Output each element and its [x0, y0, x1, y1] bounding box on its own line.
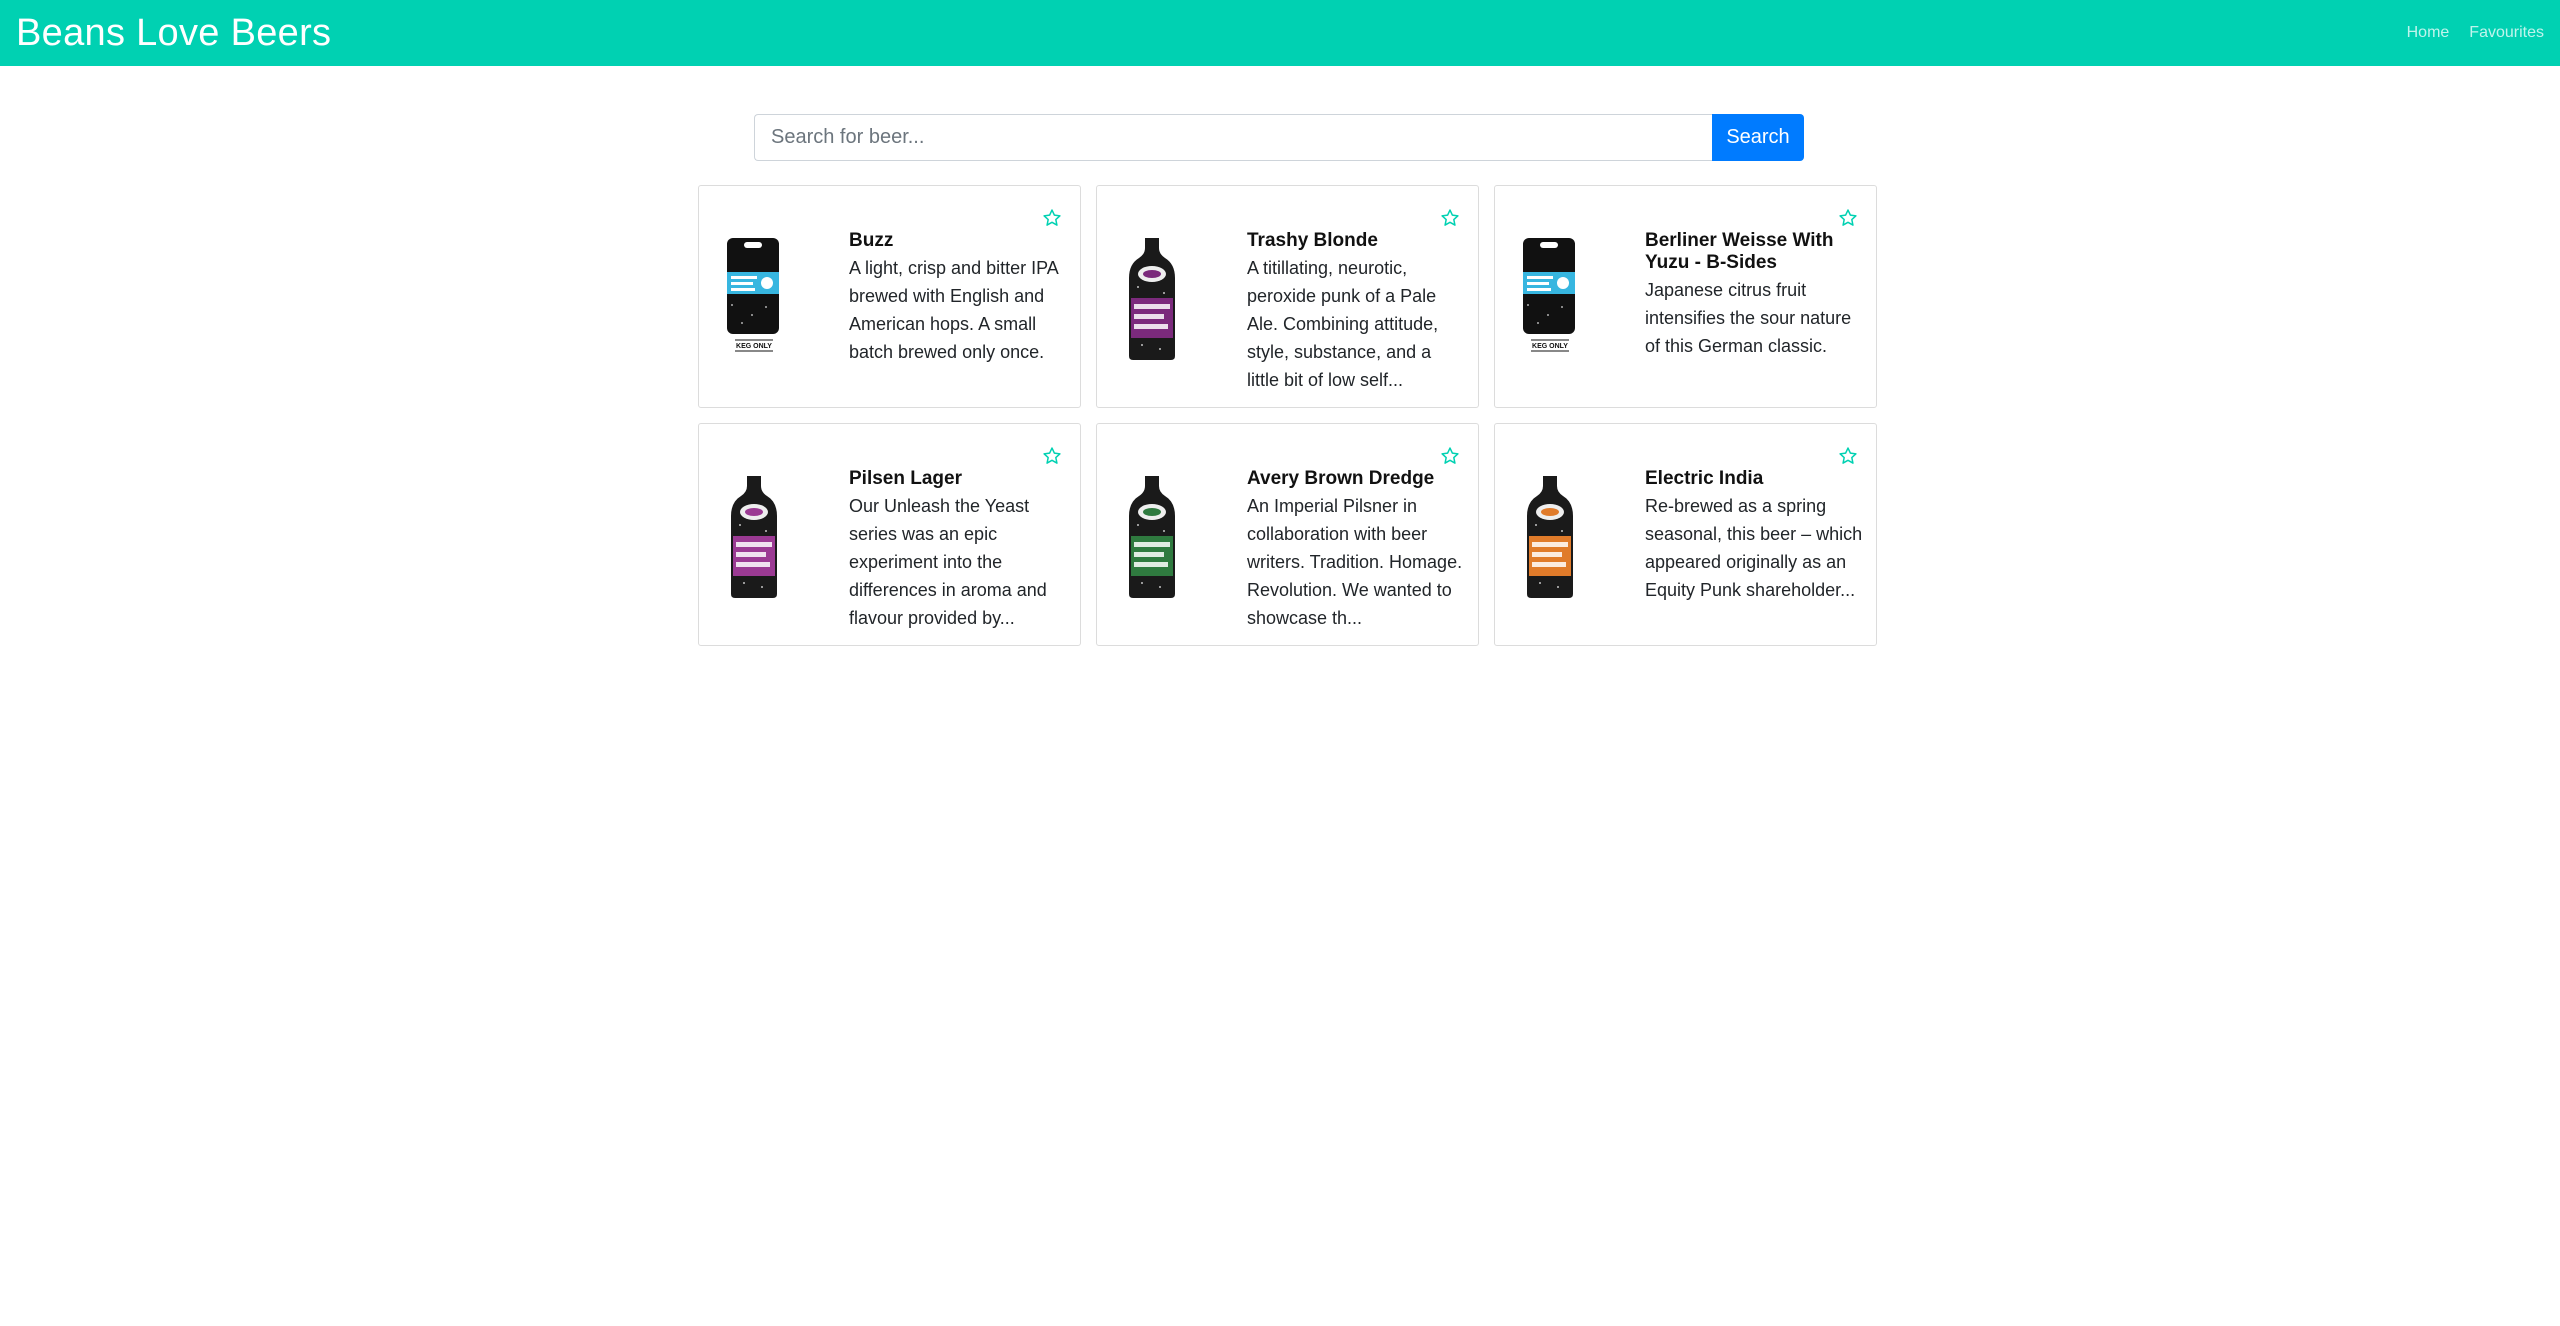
search-button[interactable]: Search: [1712, 114, 1804, 161]
beer-name: Berliner Weisse With Yuzu - B-Sides: [1645, 230, 1834, 273]
beer-text: Buzz A light, crisp and bitter IPA brewed…: [849, 230, 1069, 366]
keg-only-caption: KEG ONLY: [736, 343, 772, 350]
beer-description: A titillating, neurotic, peroxide punk o…: [1247, 258, 1439, 390]
beer-grid: KEG ONLY Buzz A light, crisp and bitter IP…: [698, 185, 1878, 646]
beer-bottle-image: KEG ONLY: [727, 238, 779, 352]
beer-description: Re-brewed as a spring seasonal, this bee…: [1645, 496, 1863, 600]
beer-text: Berliner Weisse With Yuzu - B-Sides Japan…: [1645, 230, 1865, 360]
search-input[interactable]: [754, 114, 1712, 161]
keg-only-caption: KEG ONLY: [1532, 343, 1568, 350]
beer-name: Avery Brown Dredge: [1247, 468, 1435, 489]
search-bar: Search: [754, 114, 1804, 161]
beer-bottle-image: [731, 476, 777, 598]
beer-text: Electric India Re-brewed as a spring seas…: [1645, 468, 1865, 604]
beer-bottle-image: KEG ONLY: [1523, 238, 1575, 352]
nav-link-home[interactable]: Home: [2407, 24, 2450, 42]
beer-card[interactable]: KEG ONLY Berliner Weisse With Yuzu - B-Si…: [1494, 185, 1877, 408]
beer-name: Trashy Blonde: [1247, 230, 1378, 251]
beer-text: Pilsen Lager Our Unleash the Yeast series…: [849, 468, 1069, 632]
beer-name: Pilsen Lager: [849, 468, 962, 489]
navbar: Beans Love Beers Home Favourites: [0, 0, 2560, 66]
beer-name: Electric India: [1645, 468, 1764, 489]
beer-description: Japanese citrus fruit intensifies the so…: [1645, 280, 1852, 356]
favourite-star-icon[interactable]: [1440, 208, 1460, 228]
beer-text: Trashy Blonde A titillating, neurotic, pe…: [1247, 230, 1467, 394]
favourite-star-icon[interactable]: [1838, 446, 1858, 466]
beer-bottle-image: [1129, 238, 1175, 360]
favourite-star-icon[interactable]: [1440, 446, 1460, 466]
beer-description: An Imperial Pilsner in collaboration wit…: [1247, 496, 1463, 628]
beer-description: Our Unleash the Yeast series was an epic…: [849, 496, 1047, 628]
brand-logo[interactable]: Beans Love Beers: [16, 12, 331, 55]
beer-card[interactable]: KEG ONLY Buzz A light, crisp and bitter IP…: [698, 185, 1081, 408]
beer-description: A light, crisp and bitter IPA brewed wit…: [849, 258, 1058, 362]
beer-card[interactable]: Avery Brown Dredge An Imperial Pilsner in…: [1096, 423, 1479, 646]
beer-bottle-image: [1129, 476, 1175, 598]
nav-link-favourites[interactable]: Favourites: [2469, 24, 2544, 42]
favourite-star-icon[interactable]: [1042, 208, 1062, 228]
beer-card[interactable]: Pilsen Lager Our Unleash the Yeast series…: [698, 423, 1081, 646]
beer-text: Avery Brown Dredge An Imperial Pilsner in…: [1247, 468, 1467, 632]
beer-card[interactable]: Trashy Blonde A titillating, neurotic, pe…: [1096, 185, 1479, 408]
favourite-star-icon[interactable]: [1838, 208, 1858, 228]
favourite-star-icon[interactable]: [1042, 446, 1062, 466]
beer-name: Buzz: [849, 230, 894, 251]
beer-card[interactable]: Electric India Re-brewed as a spring seas…: [1494, 423, 1877, 646]
nav-links: Home Favourites: [2407, 24, 2544, 42]
beer-bottle-image: [1527, 476, 1573, 598]
